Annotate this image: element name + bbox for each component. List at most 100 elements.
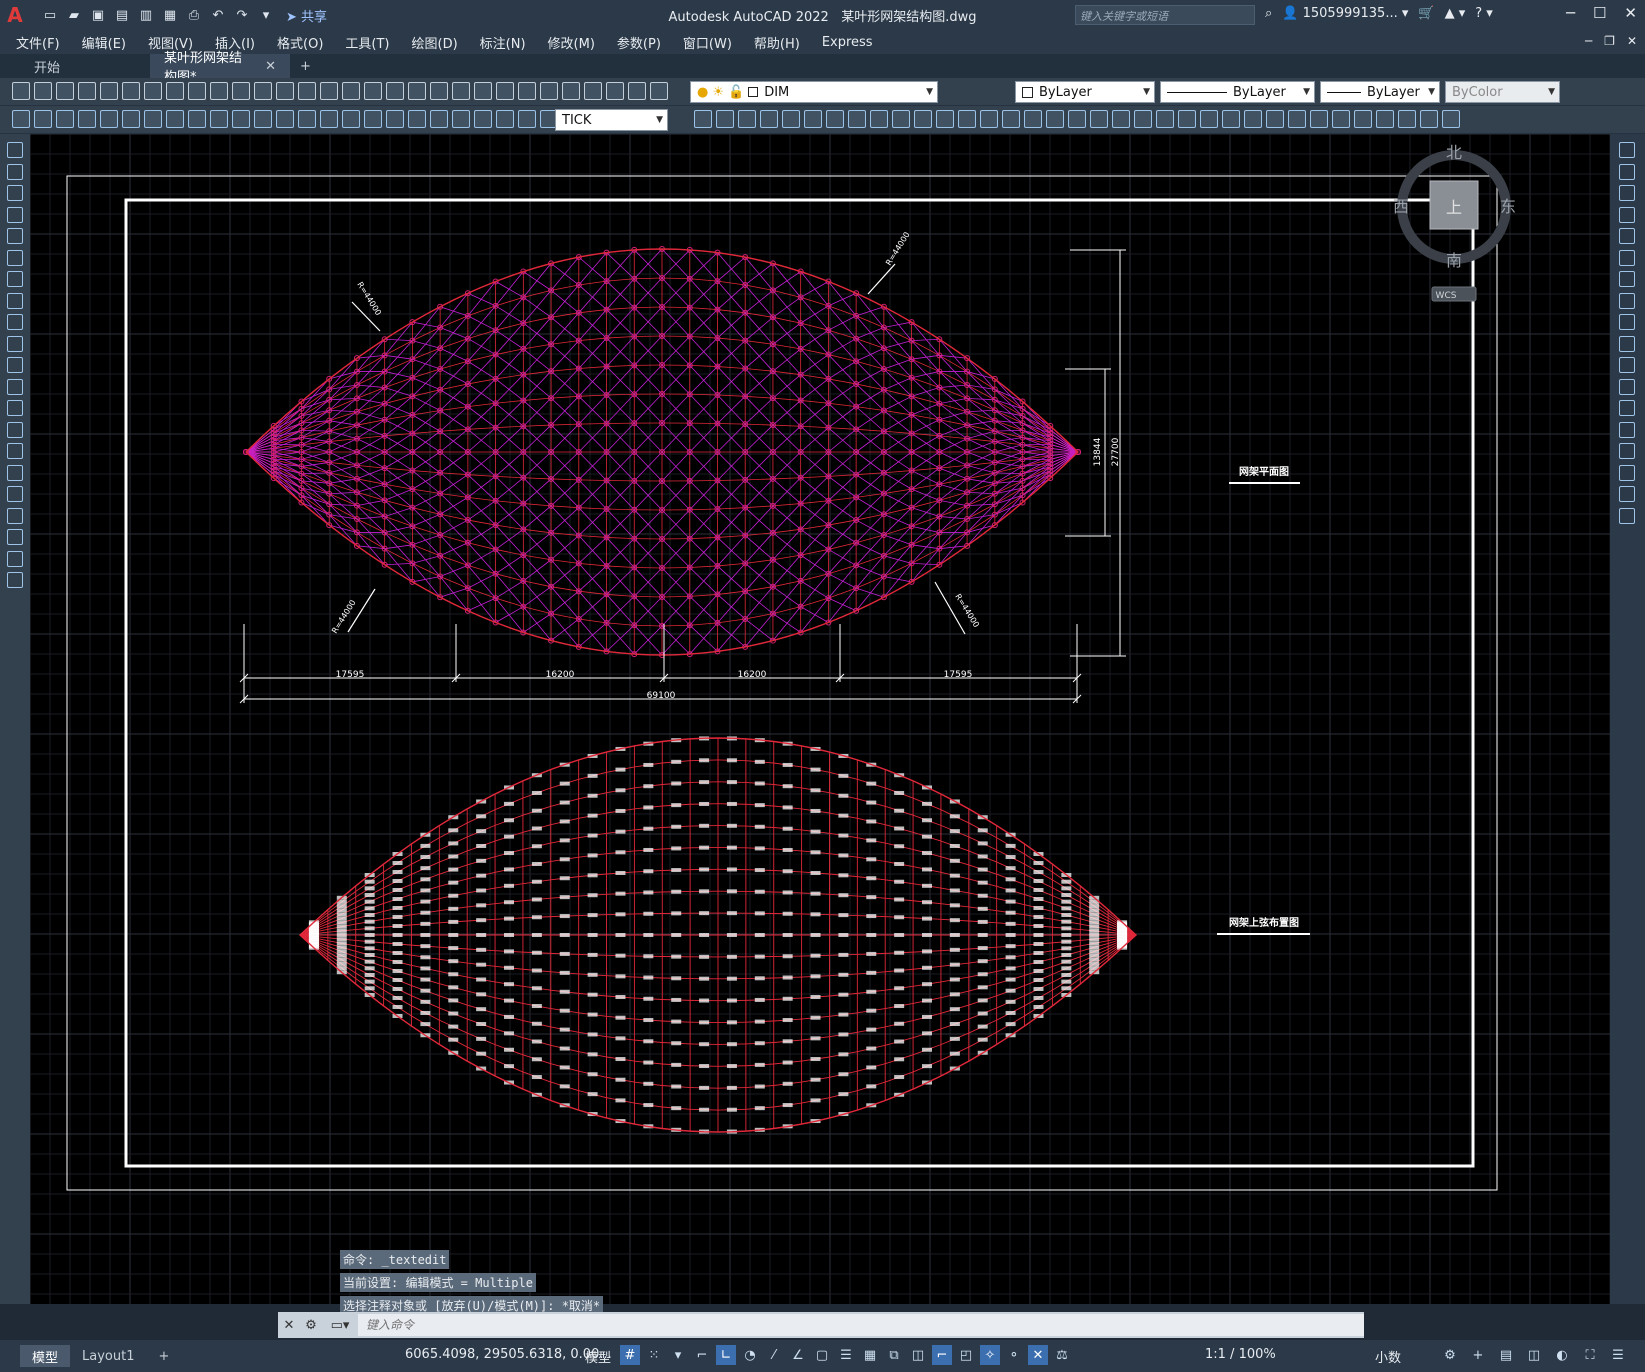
polar-icon[interactable]: ◔ (740, 1345, 760, 1365)
toolbar-tool-icon[interactable] (452, 82, 470, 100)
menu-tools[interactable]: 工具(T) (345, 33, 401, 52)
tab-layout1[interactable]: Layout1 (70, 1345, 146, 1367)
toolbar-tool-icon[interactable] (7, 529, 23, 545)
toolbar-tool-icon[interactable] (7, 271, 23, 287)
toolbar-tool-icon[interactable] (7, 443, 23, 459)
toolbar-tool-icon[interactable] (1619, 292, 1635, 309)
space-toggle[interactable]: 模型 (585, 1347, 611, 1366)
toolbar-tool-icon[interactable] (342, 82, 360, 100)
toolbar-tool-icon[interactable] (56, 110, 74, 128)
toolbar-tool-icon[interactable] (386, 82, 404, 100)
toolbar-tool-icon[interactable] (760, 110, 778, 128)
toolbar-tool-icon[interactable] (1090, 110, 1108, 128)
maximize-icon[interactable]: ☐ (1593, 4, 1606, 22)
toolbar-tool-icon[interactable] (826, 110, 844, 128)
coordinates-readout[interactable]: 6065.4098, 29505.6318, 0.00... (405, 1347, 612, 1362)
toolbar-tool-icon[interactable] (386, 110, 404, 128)
save-icon[interactable]: ▣ (88, 5, 108, 25)
toolbar-tool-icon[interactable] (562, 82, 580, 100)
menu-draw[interactable]: 绘图(D) (412, 33, 470, 52)
tab-drawing[interactable]: 某叶形网架结构图*✕ (150, 51, 290, 85)
toolbar-tool-icon[interactable] (1619, 185, 1635, 201)
toolbar-tool-icon[interactable] (276, 110, 294, 128)
doc-close-icon[interactable]: ✕ (1627, 34, 1637, 48)
toolbar-tool-icon[interactable] (1442, 110, 1460, 128)
doc-restore-icon[interactable]: ❐ (1604, 34, 1615, 48)
selection-cycle-icon[interactable]: ⧉ (884, 1345, 904, 1365)
otrack-icon[interactable]: ∠ (788, 1345, 808, 1365)
color-dropdown[interactable]: ByLayer ▼ (1015, 81, 1155, 103)
toolbar-tool-icon[interactable] (958, 110, 976, 128)
add-layout-button[interactable]: + (146, 1345, 181, 1367)
toolbar-tool-icon[interactable] (936, 110, 954, 128)
customize-command-icon[interactable]: ⚙ (300, 1318, 322, 1333)
toolbar-tool-icon[interactable] (1619, 163, 1635, 180)
tab-model[interactable]: 模型 (20, 1345, 71, 1367)
toolbar-tool-icon[interactable] (1332, 110, 1350, 128)
toolbar-tool-icon[interactable] (584, 82, 602, 100)
menu-modify[interactable]: 修改(M) (548, 33, 607, 52)
toolbar-tool-icon[interactable] (276, 82, 294, 100)
toolbar-tool-icon[interactable] (1222, 110, 1240, 128)
toolbar-tool-icon[interactable] (430, 110, 448, 128)
toolbar-tool-icon[interactable] (188, 82, 206, 100)
new-tab-button[interactable]: + (292, 54, 320, 78)
toolbar-tool-icon[interactable] (1619, 206, 1635, 223)
toolbar-tool-icon[interactable] (1002, 110, 1020, 128)
toolbar-tool-icon[interactable] (1178, 110, 1196, 128)
dimstyle-dropdown[interactable]: TICK ▼ (555, 109, 668, 131)
toolbar-tool-icon[interactable] (1619, 507, 1635, 524)
units-dropdown[interactable]: 小数 (1375, 1347, 1401, 1366)
toolbar-tool-icon[interactable] (694, 110, 712, 128)
lineweight-icon[interactable]: ☰ (836, 1345, 856, 1365)
toolbar-tool-icon[interactable] (1376, 110, 1394, 128)
toolbar-tool-icon[interactable] (1310, 110, 1328, 128)
command-input[interactable] (358, 1314, 1364, 1336)
open-icon[interactable]: ▰ (64, 5, 84, 25)
toolbar-tool-icon[interactable] (7, 572, 23, 588)
toolbar-tool-icon[interactable] (7, 314, 23, 330)
tab-start[interactable]: 开始 (20, 54, 150, 78)
recent-commands-icon[interactable]: ▭▾ (322, 1318, 358, 1333)
customize-icon[interactable]: ☰ (1608, 1345, 1628, 1365)
toolbar-tool-icon[interactable] (78, 82, 96, 100)
close-tab-icon[interactable]: ✕ (265, 59, 276, 74)
dropdown-icon[interactable]: ▾ (668, 1345, 688, 1365)
menu-dimension[interactable]: 标注(N) (480, 33, 538, 52)
doc-minimize-icon[interactable]: ─ (1585, 34, 1592, 48)
menu-window[interactable]: 窗口(W) (683, 33, 744, 52)
toolbar-tool-icon[interactable] (1068, 110, 1086, 128)
toolbar-tool-icon[interactable] (1200, 110, 1218, 128)
annotation-visibility-icon[interactable]: ⚬ (1004, 1345, 1024, 1365)
plus-icon[interactable]: + (1468, 1345, 1488, 1365)
menu-parametric[interactable]: 参数(P) (617, 33, 673, 52)
drawing-canvas[interactable]: 17595 16200 16200 17595 69100 13844 2770… (30, 134, 1610, 1304)
toolbar-tool-icon[interactable] (1619, 443, 1635, 459)
transparency-icon[interactable]: ▦ (860, 1345, 880, 1365)
toolbar-tool-icon[interactable] (1112, 110, 1130, 128)
close-command-icon[interactable]: ✕ (278, 1318, 300, 1333)
menu-express[interactable]: Express (822, 35, 885, 50)
toolbar-tool-icon[interactable] (1619, 335, 1635, 352)
toolbar-tool-icon[interactable] (496, 110, 514, 128)
toolbar-tool-icon[interactable] (122, 110, 140, 128)
publish-icon[interactable]: ▥ (136, 5, 156, 25)
toolbar-tool-icon[interactable] (1619, 357, 1635, 373)
toolbar-tool-icon[interactable] (870, 110, 888, 128)
cart-icon[interactable]: 🛒 (1418, 6, 1434, 21)
toolbar-tool-icon[interactable] (1619, 378, 1635, 395)
autoscale-icon[interactable]: ✕ (1028, 1345, 1048, 1365)
toolbar-tool-icon[interactable] (430, 82, 448, 100)
toolbar-tool-icon[interactable] (1619, 249, 1635, 266)
toolbar-tool-icon[interactable] (232, 110, 250, 128)
toolbar-tool-icon[interactable] (1046, 110, 1064, 128)
toolbar-tool-icon[interactable] (540, 82, 558, 100)
toolbar-tool-icon[interactable] (738, 110, 756, 128)
clean-screen-icon[interactable]: ⛶ (1580, 1345, 1600, 1365)
open-web-icon[interactable]: ▦ (160, 5, 180, 25)
search-icon[interactable]: ⌕ (1265, 6, 1272, 21)
share-button[interactable]: ➤ 共享 (286, 6, 327, 25)
toolbar-tool-icon[interactable] (1619, 314, 1635, 330)
toolbar-tool-icon[interactable] (122, 82, 140, 100)
toolbar-tool-icon[interactable] (1619, 421, 1635, 438)
